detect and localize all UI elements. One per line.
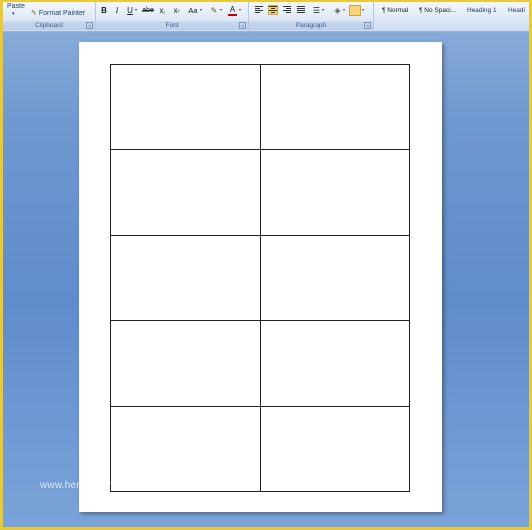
paste-button[interactable]: Paste <box>7 3 25 10</box>
justify-icon[interactable] <box>297 6 305 14</box>
subscript-marker: ₂ <box>163 9 166 15</box>
word-window: Paste ▾ ✎ Format Painter Clipboard ↘ B I … <box>3 2 529 527</box>
borders-dropdown-icon[interactable]: ▾ <box>362 7 364 12</box>
style-normal[interactable]: ¶ Normal <box>382 4 408 17</box>
paragraph-dialog-launcher-icon[interactable]: ↘ <box>364 22 371 29</box>
font-group: B I U ▾ abe x₂ x² Aa ▾ ✎ ▾ A ▾ Font ↘ <box>96 2 249 31</box>
paragraph-group: ☰ ▾ ◈ ▾ ▾ Paragraph ↘ <box>249 2 374 31</box>
style-no-spacing[interactable]: ¶ No Spaci... <box>419 4 456 17</box>
borders-icon[interactable] <box>349 5 361 16</box>
paragraph-group-label: Paragraph <box>249 21 373 30</box>
clipboard-group-label: Clipboard <box>3 21 95 30</box>
underline-dropdown-icon[interactable]: ▾ <box>135 7 137 12</box>
superscript-marker: ² <box>177 9 180 15</box>
table-row <box>110 149 410 236</box>
styles-gallery: ¶ Normal ¶ No Spaci... Heading 1 Headi <box>374 2 529 31</box>
table-row <box>110 63 410 151</box>
align-center-icon[interactable] <box>268 5 278 15</box>
table-cell[interactable] <box>110 149 261 236</box>
ribbon: Paste ▾ ✎ Format Painter Clipboard ↘ B I … <box>3 2 529 32</box>
shading-dropdown-icon[interactable]: ▾ <box>343 7 345 12</box>
table-row <box>110 320 410 407</box>
style-heading-2[interactable]: Headi <box>508 4 525 17</box>
table-cell[interactable] <box>259 234 410 322</box>
format-painter-button[interactable]: ✎ Format Painter <box>31 9 85 17</box>
font-color-dropdown-icon[interactable]: ▾ <box>239 7 241 12</box>
align-left-icon[interactable] <box>255 6 263 14</box>
change-case-dropdown-icon[interactable]: ▾ <box>200 7 202 12</box>
line-spacing-dropdown-icon[interactable]: ▾ <box>322 7 324 12</box>
clipboard-group: Paste ▾ ✎ Format Painter Clipboard ↘ <box>3 2 96 31</box>
clipboard-dialog-launcher-icon[interactable]: ↘ <box>86 22 93 29</box>
bold-button[interactable]: B <box>100 5 108 16</box>
highlight-color-icon[interactable]: ✎ <box>209 5 219 16</box>
underline-button[interactable]: U <box>126 5 134 16</box>
line-spacing-icon[interactable]: ☰ <box>312 5 321 16</box>
table-cell[interactable] <box>259 405 410 493</box>
format-painter-label: Format Painter <box>38 10 86 17</box>
subscript-button[interactable]: x₂ <box>158 5 167 16</box>
align-right-icon[interactable] <box>283 6 291 14</box>
highlight-dropdown-icon[interactable]: ▾ <box>220 7 222 12</box>
document-page[interactable] <box>79 42 442 512</box>
style-heading-1[interactable]: Heading 1 <box>467 4 497 17</box>
change-case-button[interactable]: Aa <box>187 5 199 16</box>
font-color-button[interactable]: A <box>228 5 237 16</box>
watermark-text: www.heritagechristiancollege.com <box>40 480 198 491</box>
table-cell[interactable] <box>110 405 261 493</box>
business-card-grid[interactable] <box>110 63 410 493</box>
shading-icon[interactable]: ◈ <box>333 5 342 16</box>
table-cell[interactable] <box>259 149 410 236</box>
italic-button[interactable]: I <box>113 5 121 16</box>
paste-dropdown-arrow-icon[interactable]: ▾ <box>12 11 15 17</box>
strikethrough-button[interactable]: abe <box>141 5 155 16</box>
font-dialog-launcher-icon[interactable]: ↘ <box>239 22 246 29</box>
table-cell[interactable] <box>259 63 410 151</box>
table-cell[interactable] <box>110 234 261 322</box>
font-group-label: Font <box>96 21 248 30</box>
table-cell[interactable] <box>110 63 261 151</box>
table-cell[interactable] <box>110 320 261 407</box>
table-row <box>110 234 410 322</box>
table-row <box>110 405 410 493</box>
superscript-button[interactable]: x² <box>172 5 181 16</box>
table-cell[interactable] <box>259 320 410 407</box>
paintbrush-icon: ✎ <box>31 10 37 17</box>
